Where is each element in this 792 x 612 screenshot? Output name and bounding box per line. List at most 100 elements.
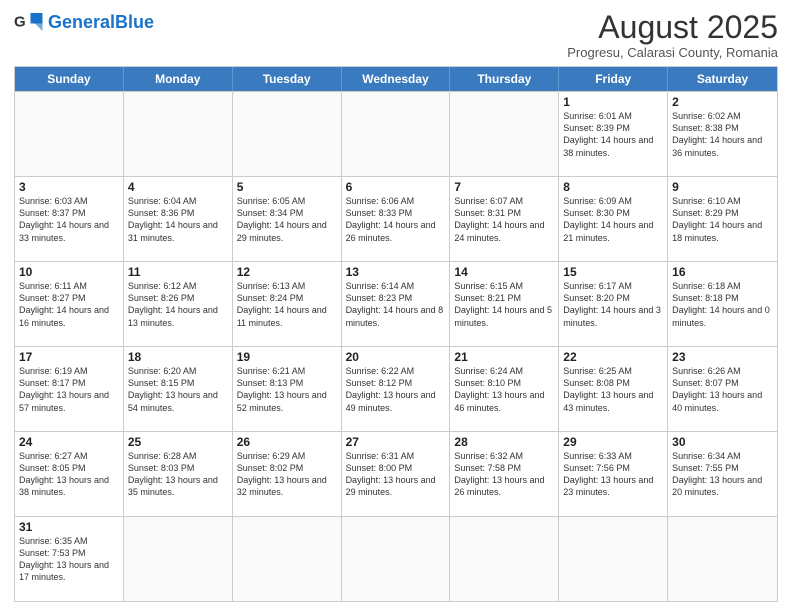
calendar-cell: 25Sunrise: 6:28 AM Sunset: 8:03 PM Dayli… [124,432,233,516]
day-number: 13 [346,265,446,279]
day-info: Sunrise: 6:01 AM Sunset: 8:39 PM Dayligh… [563,110,663,159]
calendar-cell: 2Sunrise: 6:02 AM Sunset: 8:38 PM Daylig… [668,92,777,176]
day-info: Sunrise: 6:34 AM Sunset: 7:55 PM Dayligh… [672,450,773,499]
day-number: 20 [346,350,446,364]
calendar-cell: 24Sunrise: 6:27 AM Sunset: 8:05 PM Dayli… [15,432,124,516]
calendar-cell: 15Sunrise: 6:17 AM Sunset: 8:20 PM Dayli… [559,262,668,346]
day-number: 1 [563,95,663,109]
day-number: 27 [346,435,446,449]
calendar-cell: 26Sunrise: 6:29 AM Sunset: 8:02 PM Dayli… [233,432,342,516]
calendar-cell: 3Sunrise: 6:03 AM Sunset: 8:37 PM Daylig… [15,177,124,261]
calendar-cell: 29Sunrise: 6:33 AM Sunset: 7:56 PM Dayli… [559,432,668,516]
day-info: Sunrise: 6:14 AM Sunset: 8:23 PM Dayligh… [346,280,446,329]
calendar-cell: 12Sunrise: 6:13 AM Sunset: 8:24 PM Dayli… [233,262,342,346]
calendar-week-2: 10Sunrise: 6:11 AM Sunset: 8:27 PM Dayli… [15,261,777,346]
day-info: Sunrise: 6:31 AM Sunset: 8:00 PM Dayligh… [346,450,446,499]
day-number: 14 [454,265,554,279]
calendar-cell [124,92,233,176]
calendar-cell: 10Sunrise: 6:11 AM Sunset: 8:27 PM Dayli… [15,262,124,346]
calendar-cell: 7Sunrise: 6:07 AM Sunset: 8:31 PM Daylig… [450,177,559,261]
day-number: 11 [128,265,228,279]
calendar-cell: 4Sunrise: 6:04 AM Sunset: 8:36 PM Daylig… [124,177,233,261]
calendar-cell: 21Sunrise: 6:24 AM Sunset: 8:10 PM Dayli… [450,347,559,431]
day-number: 28 [454,435,554,449]
calendar-cell: 30Sunrise: 6:34 AM Sunset: 7:55 PM Dayli… [668,432,777,516]
day-info: Sunrise: 6:17 AM Sunset: 8:20 PM Dayligh… [563,280,663,329]
day-info: Sunrise: 6:21 AM Sunset: 8:13 PM Dayligh… [237,365,337,414]
header-day-saturday: Saturday [668,67,777,91]
header: G GeneralBlue August 2025 Progresu, Cala… [14,10,778,60]
day-info: Sunrise: 6:29 AM Sunset: 8:02 PM Dayligh… [237,450,337,499]
calendar-cell [450,92,559,176]
calendar-cell: 14Sunrise: 6:15 AM Sunset: 8:21 PM Dayli… [450,262,559,346]
day-number: 30 [672,435,773,449]
calendar-week-5: 31Sunrise: 6:35 AM Sunset: 7:53 PM Dayli… [15,516,777,601]
calendar-week-3: 17Sunrise: 6:19 AM Sunset: 8:17 PM Dayli… [15,346,777,431]
calendar-cell: 8Sunrise: 6:09 AM Sunset: 8:30 PM Daylig… [559,177,668,261]
header-day-sunday: Sunday [15,67,124,91]
calendar-cell [15,92,124,176]
day-info: Sunrise: 6:09 AM Sunset: 8:30 PM Dayligh… [563,195,663,244]
day-info: Sunrise: 6:32 AM Sunset: 7:58 PM Dayligh… [454,450,554,499]
header-day-monday: Monday [124,67,233,91]
day-number: 8 [563,180,663,194]
day-info: Sunrise: 6:25 AM Sunset: 8:08 PM Dayligh… [563,365,663,414]
day-number: 15 [563,265,663,279]
day-info: Sunrise: 6:20 AM Sunset: 8:15 PM Dayligh… [128,365,228,414]
calendar-cell: 28Sunrise: 6:32 AM Sunset: 7:58 PM Dayli… [450,432,559,516]
calendar-cell [124,517,233,601]
day-info: Sunrise: 6:35 AM Sunset: 7:53 PM Dayligh… [19,535,119,584]
calendar-cell: 19Sunrise: 6:21 AM Sunset: 8:13 PM Dayli… [233,347,342,431]
calendar-cell: 1Sunrise: 6:01 AM Sunset: 8:39 PM Daylig… [559,92,668,176]
day-number: 2 [672,95,773,109]
day-number: 10 [19,265,119,279]
location-subtitle: Progresu, Calarasi County, Romania [567,45,778,60]
calendar-cell [342,517,451,601]
month-year-title: August 2025 [567,10,778,45]
day-info: Sunrise: 6:03 AM Sunset: 8:37 PM Dayligh… [19,195,119,244]
header-day-wednesday: Wednesday [342,67,451,91]
calendar-cell: 31Sunrise: 6:35 AM Sunset: 7:53 PM Dayli… [15,517,124,601]
day-number: 9 [672,180,773,194]
day-info: Sunrise: 6:27 AM Sunset: 8:05 PM Dayligh… [19,450,119,499]
day-number: 4 [128,180,228,194]
calendar-cell: 18Sunrise: 6:20 AM Sunset: 8:15 PM Dayli… [124,347,233,431]
day-info: Sunrise: 6:28 AM Sunset: 8:03 PM Dayligh… [128,450,228,499]
calendar-body: 1Sunrise: 6:01 AM Sunset: 8:39 PM Daylig… [15,91,777,601]
calendar-cell: 23Sunrise: 6:26 AM Sunset: 8:07 PM Dayli… [668,347,777,431]
calendar-cell: 22Sunrise: 6:25 AM Sunset: 8:08 PM Dayli… [559,347,668,431]
calendar-cell: 20Sunrise: 6:22 AM Sunset: 8:12 PM Dayli… [342,347,451,431]
day-number: 26 [237,435,337,449]
logo: G GeneralBlue [14,10,154,34]
day-number: 24 [19,435,119,449]
day-info: Sunrise: 6:05 AM Sunset: 8:34 PM Dayligh… [237,195,337,244]
day-info: Sunrise: 6:11 AM Sunset: 8:27 PM Dayligh… [19,280,119,329]
calendar-cell: 27Sunrise: 6:31 AM Sunset: 8:00 PM Dayli… [342,432,451,516]
calendar-week-4: 24Sunrise: 6:27 AM Sunset: 8:05 PM Dayli… [15,431,777,516]
calendar-cell: 9Sunrise: 6:10 AM Sunset: 8:29 PM Daylig… [668,177,777,261]
day-info: Sunrise: 6:22 AM Sunset: 8:12 PM Dayligh… [346,365,446,414]
header-day-friday: Friday [559,67,668,91]
day-info: Sunrise: 6:02 AM Sunset: 8:38 PM Dayligh… [672,110,773,159]
title-block: August 2025 Progresu, Calarasi County, R… [567,10,778,60]
calendar-cell: 11Sunrise: 6:12 AM Sunset: 8:26 PM Dayli… [124,262,233,346]
calendar-cell: 13Sunrise: 6:14 AM Sunset: 8:23 PM Dayli… [342,262,451,346]
day-number: 23 [672,350,773,364]
day-number: 21 [454,350,554,364]
day-number: 17 [19,350,119,364]
day-info: Sunrise: 6:26 AM Sunset: 8:07 PM Dayligh… [672,365,773,414]
day-number: 12 [237,265,337,279]
header-day-tuesday: Tuesday [233,67,342,91]
calendar-cell [233,92,342,176]
day-info: Sunrise: 6:10 AM Sunset: 8:29 PM Dayligh… [672,195,773,244]
logo-text: GeneralBlue [48,12,154,32]
day-info: Sunrise: 6:06 AM Sunset: 8:33 PM Dayligh… [346,195,446,244]
svg-text:G: G [14,14,26,31]
calendar-cell: 5Sunrise: 6:05 AM Sunset: 8:34 PM Daylig… [233,177,342,261]
calendar-page: G GeneralBlue August 2025 Progresu, Cala… [0,0,792,612]
header-day-thursday: Thursday [450,67,559,91]
calendar-cell [342,92,451,176]
calendar-cell [233,517,342,601]
logo-icon: G [14,10,44,34]
day-number: 29 [563,435,663,449]
